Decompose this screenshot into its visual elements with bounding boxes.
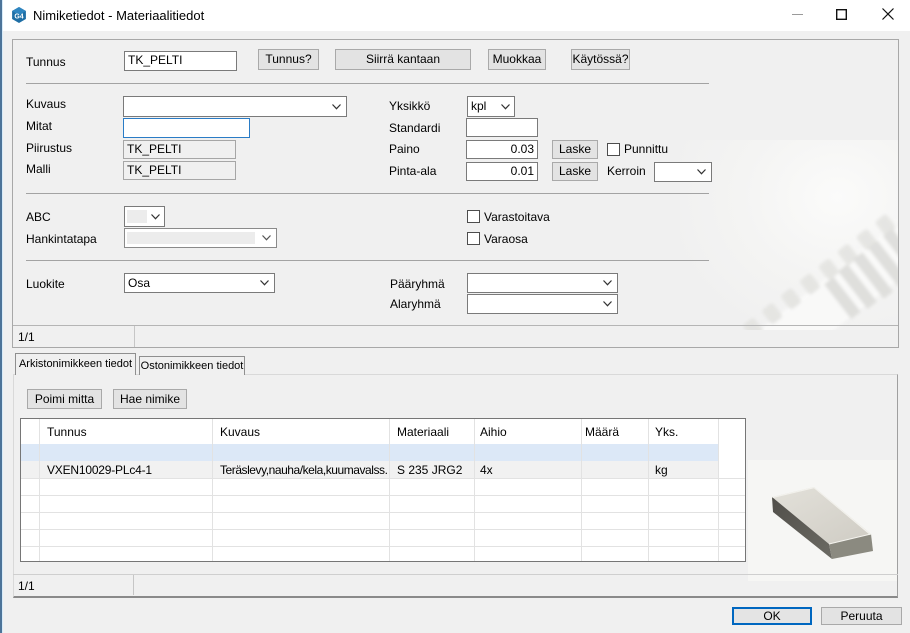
svg-text:G4: G4 [14,14,23,21]
